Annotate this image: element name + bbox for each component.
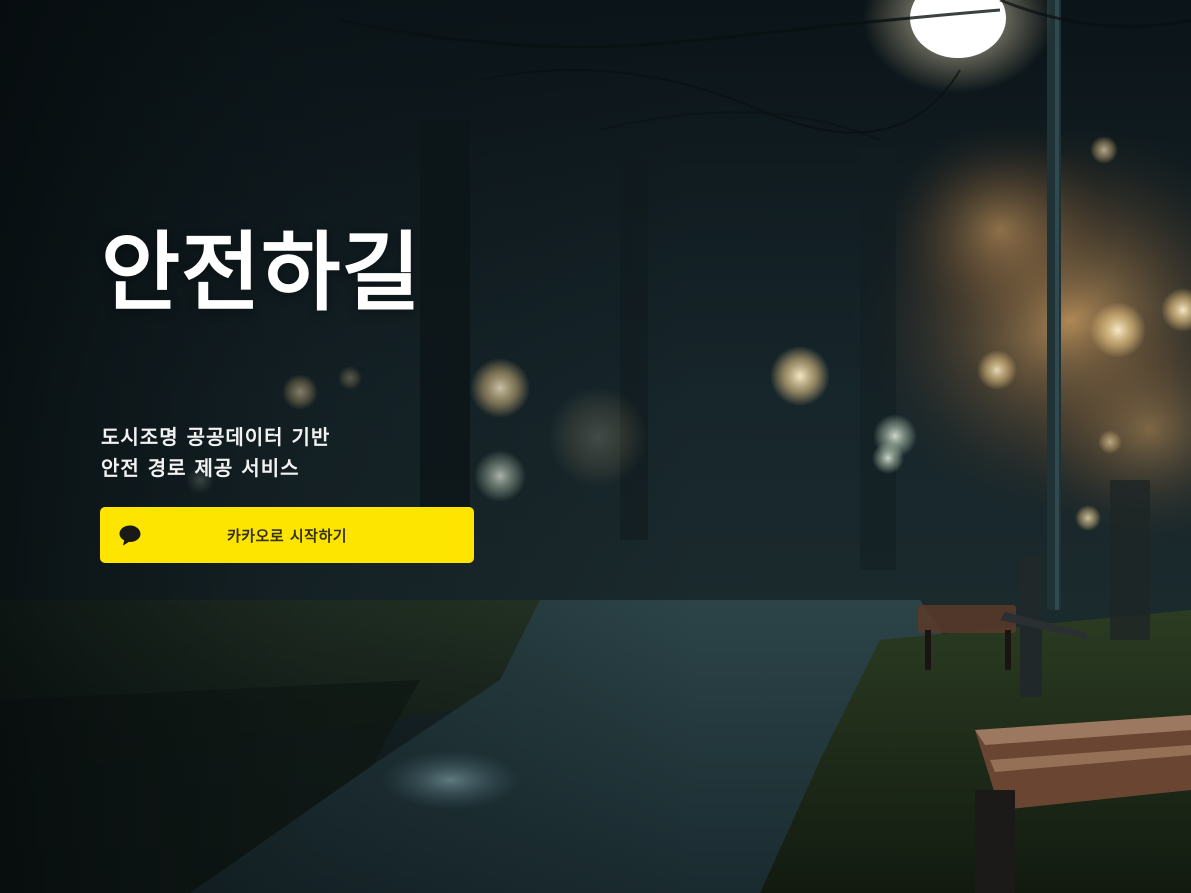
landing-page: 안전하길 도시조명 공공데이터 기반 안전 경로 제공 서비스 카카오로 시작하… bbox=[0, 0, 1191, 893]
speech-bubble-icon bbox=[119, 525, 141, 546]
kakao-login-label: 카카오로 시작하기 bbox=[226, 526, 348, 545]
tagline-line-2: 안전 경로 제공 서비스 bbox=[101, 456, 300, 480]
app-title: 안전하길 bbox=[101, 223, 422, 323]
tagline-line-1: 도시조명 공공데이터 기반 bbox=[101, 425, 331, 449]
kakao-login-button[interactable]: 카카오로 시작하기 bbox=[100, 507, 474, 563]
app-tagline: 도시조명 공공데이터 기반 안전 경로 제공 서비스 bbox=[101, 422, 330, 484]
